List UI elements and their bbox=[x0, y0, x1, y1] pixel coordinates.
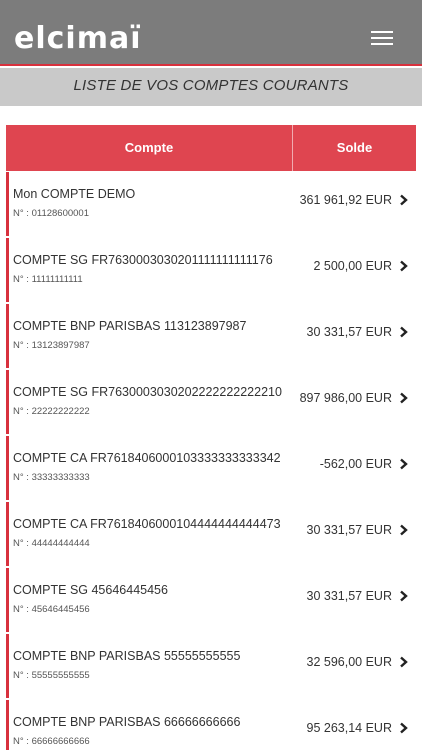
account-number: N° : 13123897987 bbox=[13, 340, 90, 351]
account-row[interactable]: COMPTE SG FR7630003030201111111111176 N°… bbox=[6, 238, 416, 302]
account-balance: 30 331,57 EUR bbox=[306, 523, 392, 537]
menu-line bbox=[371, 31, 393, 33]
chevron-right-icon bbox=[398, 656, 410, 668]
chevron-right-icon bbox=[398, 326, 410, 338]
menu-line bbox=[371, 37, 393, 39]
accounts-table: Compte Solde Mon COMPTE DEMO N° : 011286… bbox=[6, 125, 416, 750]
hamburger-menu-icon[interactable] bbox=[367, 26, 401, 50]
account-balance: 30 331,57 EUR bbox=[306, 325, 392, 339]
account-balance: 361 961,92 EUR bbox=[299, 193, 392, 207]
account-number: N° : 33333333333 bbox=[13, 472, 90, 483]
account-name: COMPTE CA FR7618406000103333333333342 bbox=[13, 451, 281, 465]
account-number: N° : 44444444444 bbox=[13, 538, 90, 549]
chevron-right-icon bbox=[398, 524, 410, 536]
account-row[interactable]: COMPTE BNP PARISBAS 113123897987 N° : 13… bbox=[6, 304, 416, 368]
account-number: N° : 66666666666 bbox=[13, 736, 90, 747]
account-number: N° : 22222222222 bbox=[13, 406, 90, 417]
account-balance: 32 596,00 EUR bbox=[306, 655, 392, 669]
account-name: COMPTE CA FR7618406000104444444444473 bbox=[13, 517, 281, 531]
account-row[interactable]: COMPTE CA FR7618406000104444444444473 N°… bbox=[6, 502, 416, 566]
account-number: N° : 11111111111 bbox=[13, 274, 83, 285]
account-name: COMPTE SG FR7630003030201111111111176 bbox=[13, 253, 273, 267]
top-bar: elcimaï bbox=[0, 0, 422, 66]
account-name: COMPTE BNP PARISBAS 113123897987 bbox=[13, 319, 247, 333]
account-balance: 897 986,00 EUR bbox=[299, 391, 392, 405]
account-number: N° : 45646445456 bbox=[13, 604, 90, 615]
account-balance: 2 500,00 EUR bbox=[313, 259, 392, 273]
brand-logo[interactable]: elcimaï bbox=[14, 22, 141, 56]
chevron-right-icon bbox=[398, 392, 410, 404]
column-divider bbox=[292, 125, 293, 171]
column-header-balance: Solde bbox=[336, 140, 373, 155]
account-row[interactable]: COMPTE SG 45646445456 N° : 45646445456 3… bbox=[6, 568, 416, 632]
account-name: COMPTE BNP PARISBAS 55555555555 bbox=[13, 649, 241, 663]
account-name: COMPTE SG FR7630003030202222222222210 bbox=[13, 385, 282, 399]
chevron-right-icon bbox=[398, 722, 410, 734]
account-number: N° : 01128600001 bbox=[13, 208, 89, 219]
menu-line bbox=[371, 43, 393, 45]
account-row[interactable]: Mon COMPTE DEMO N° : 01128600001 361 961… bbox=[6, 172, 416, 236]
table-header: Compte Solde bbox=[6, 125, 416, 171]
column-header-account: Compte bbox=[124, 140, 174, 155]
account-name: COMPTE BNP PARISBAS 66666666666 bbox=[13, 715, 241, 729]
page-title-bar: LISTE DE VOS COMPTES COURANTS bbox=[0, 68, 422, 106]
chevron-right-icon bbox=[398, 590, 410, 602]
account-number: N° : 55555555555 bbox=[13, 670, 90, 681]
account-name: COMPTE SG 45646445456 bbox=[13, 583, 168, 597]
chevron-right-icon bbox=[398, 194, 410, 206]
account-balance: 95 263,14 EUR bbox=[306, 721, 392, 735]
account-balance: -562,00 EUR bbox=[319, 457, 392, 471]
page-title: LISTE DE VOS COMPTES COURANTS bbox=[73, 77, 349, 94]
account-list: Mon COMPTE DEMO N° : 01128600001 361 961… bbox=[6, 172, 416, 750]
account-row[interactable]: COMPTE CA FR7618406000103333333333342 N°… bbox=[6, 436, 416, 500]
chevron-right-icon bbox=[398, 458, 410, 470]
account-balance: 30 331,57 EUR bbox=[306, 589, 392, 603]
account-row[interactable]: COMPTE BNP PARISBAS 66666666666 N° : 666… bbox=[6, 700, 416, 750]
chevron-right-icon bbox=[398, 260, 410, 272]
account-name: Mon COMPTE DEMO bbox=[13, 187, 136, 201]
account-row[interactable]: COMPTE BNP PARISBAS 55555555555 N° : 555… bbox=[6, 634, 416, 698]
account-row[interactable]: COMPTE SG FR7630003030202222222222210 N°… bbox=[6, 370, 416, 434]
